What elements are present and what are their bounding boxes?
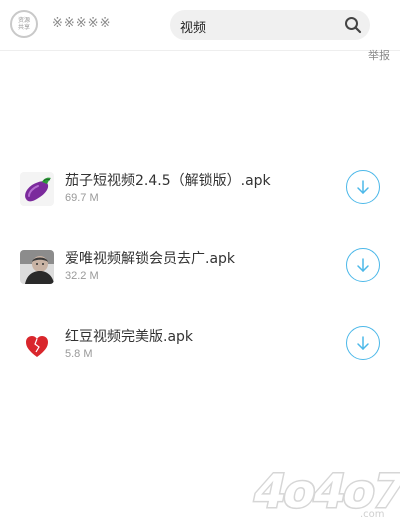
file-size: 69.7 M xyxy=(65,192,99,204)
search-box[interactable]: 视频 xyxy=(170,10,370,40)
file-size: 32.2 M xyxy=(65,270,99,282)
site-logo[interactable]: 资源 共享 xyxy=(10,10,38,38)
download-button[interactable] xyxy=(346,170,380,204)
user-photo-icon xyxy=(20,250,54,284)
file-size: 5.8 M xyxy=(65,348,93,360)
file-name[interactable]: 红豆视频完美版.apk xyxy=(65,326,193,346)
download-arrow-icon xyxy=(357,258,369,272)
file-item[interactable]: 爱唯视频解锁会员去广.apk 32.2 M xyxy=(0,248,400,304)
page-header: 资源 共享 ※※※※※ 视频 xyxy=(0,0,400,51)
download-arrow-icon xyxy=(357,180,369,194)
download-button[interactable] xyxy=(346,248,380,282)
svg-text:.com: .com xyxy=(360,509,385,520)
search-input[interactable]: 视频 xyxy=(180,17,206,36)
report-link[interactable]: 举报 xyxy=(368,47,390,63)
logo-text-line-2: 共享 xyxy=(17,24,30,31)
heart-icon xyxy=(20,328,54,362)
site-watermark: 4o4o7 .com xyxy=(247,463,400,520)
eggplant-icon xyxy=(20,172,54,206)
search-icon[interactable] xyxy=(344,16,362,34)
file-name[interactable]: 茄子短视频2.4.5（解锁版）.apk xyxy=(65,170,271,190)
logo-text-line-1: 资源 xyxy=(17,17,30,24)
file-item[interactable]: 红豆视频完美版.apk 5.8 M xyxy=(0,326,400,382)
file-name[interactable]: 爱唯视频解锁会员去广.apk xyxy=(65,248,235,268)
download-arrow-icon xyxy=(357,336,369,350)
file-item[interactable]: 茄子短视频2.4.5（解锁版）.apk 69.7 M xyxy=(0,170,400,226)
download-button[interactable] xyxy=(346,326,380,360)
site-name: ※※※※※ xyxy=(52,16,112,31)
